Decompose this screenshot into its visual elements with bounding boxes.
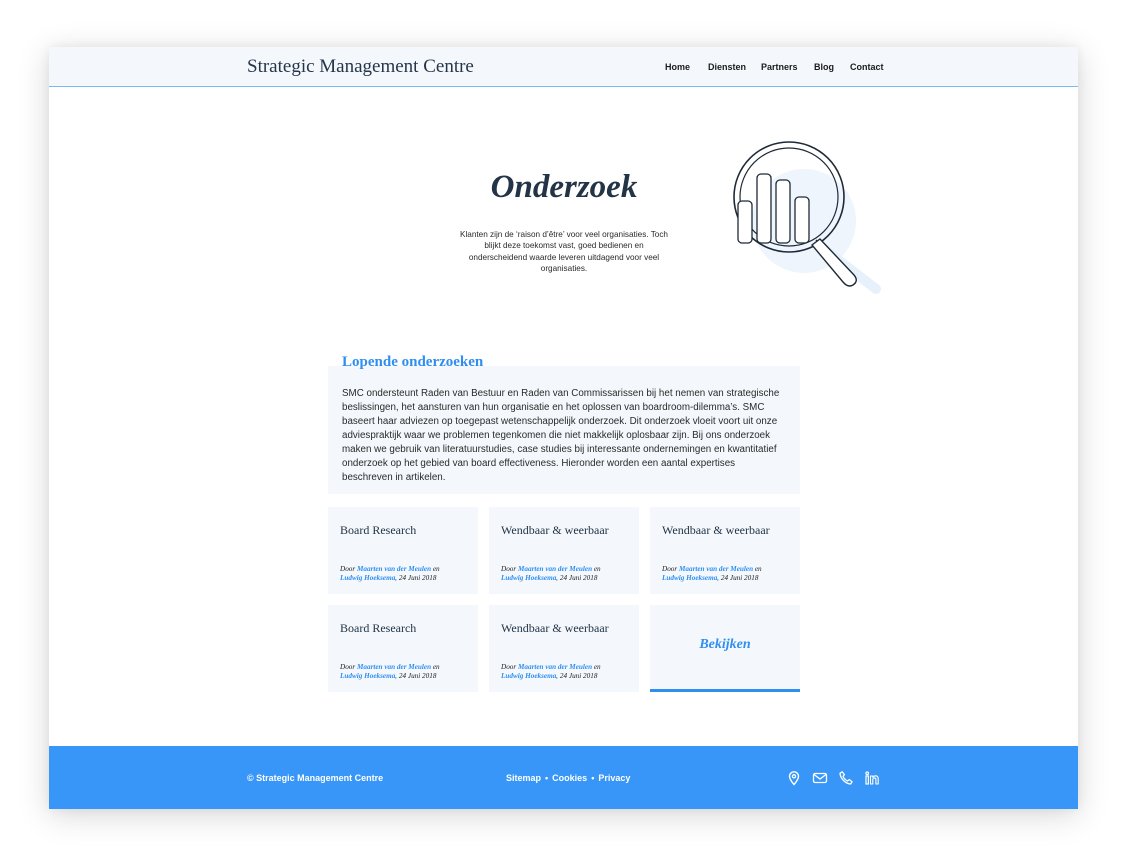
linkedin-icon[interactable]	[864, 770, 880, 786]
author-link[interactable]: Ludwig Hoeksema,	[662, 574, 719, 582]
footer-link-sitemap[interactable]: Sitemap	[506, 773, 541, 783]
meta-and: en	[432, 565, 440, 573]
nav-home[interactable]: Home	[665, 62, 690, 72]
article-card[interactable]: Wendbaar & weerbaar Door Maarten van der…	[489, 507, 639, 594]
author-link[interactable]: Ludwig Hoeksema,	[501, 574, 558, 582]
view-all-label: Bekijken	[699, 637, 751, 652]
main-nav: Home Diensten Partners Blog Contact	[49, 62, 1078, 76]
nav-blog[interactable]: Blog	[814, 62, 834, 72]
article-date: 24 Juni 2018	[720, 574, 759, 582]
article-date: 24 Juni 2018	[398, 574, 437, 582]
author-link[interactable]: Maarten van der Meulen	[518, 565, 592, 573]
phone-icon[interactable]	[838, 770, 854, 786]
footer-link-cookies[interactable]: Cookies	[552, 773, 587, 783]
article-date: 24 Juni 2018	[398, 672, 437, 680]
author-link[interactable]: Maarten van der Meulen	[357, 565, 431, 573]
view-all-card[interactable]: Bekijken	[650, 605, 800, 692]
footer-separator: •	[545, 773, 549, 783]
meta-by: Door	[340, 565, 356, 573]
meta-by: Door	[662, 565, 678, 573]
research-magnifier-icon	[733, 141, 881, 294]
meta-and: en	[593, 565, 601, 573]
nav-contact[interactable]: Contact	[850, 62, 884, 72]
article-meta: Door Maarten van der Meulen en Ludwig Ho…	[340, 663, 472, 681]
article-meta: Door Maarten van der Meulen en Ludwig Ho…	[662, 565, 794, 583]
mail-icon[interactable]	[812, 770, 828, 786]
intro-text: SMC ondersteunt Raden van Bestuur en Rad…	[342, 388, 780, 483]
article-card[interactable]: Board Research Door Maarten van der Meul…	[328, 605, 478, 692]
hero-description: Klanten zijn de ‘raison d’être’ voor vee…	[460, 230, 668, 274]
article-card[interactable]: Wendbaar & weerbaar Door Maarten van der…	[650, 507, 800, 594]
article-date: 24 Juni 2018	[559, 574, 598, 582]
page-title: Onderzoek	[490, 169, 638, 205]
article-meta: Door Maarten van der Meulen en Ludwig Ho…	[501, 663, 633, 681]
article-title: Board Research	[340, 523, 417, 537]
meta-by: Door	[501, 565, 517, 573]
author-link[interactable]: Maarten van der Meulen	[357, 663, 431, 671]
article-title: Wendbaar & weerbaar	[501, 523, 609, 537]
article-card[interactable]: Board Research Door Maarten van der Meul…	[328, 507, 478, 594]
article-title: Wendbaar & weerbaar	[501, 621, 609, 635]
page-frame: Strategic Management Centre Home Dienste…	[49, 47, 1078, 809]
article-title: Wendbaar & weerbaar	[662, 523, 770, 537]
footer-link-privacy[interactable]: Privacy	[598, 773, 630, 783]
nav-diensten[interactable]: Diensten	[708, 62, 746, 72]
intro-heading: Lopende onderzoeken	[342, 354, 484, 370]
footer-links: Sitemap • Cookies • Privacy	[506, 773, 630, 783]
article-card[interactable]: Wendbaar & weerbaar Door Maarten van der…	[489, 605, 639, 692]
location-icon[interactable]	[786, 770, 802, 786]
article-date: 24 Juni 2018	[559, 672, 598, 680]
author-link[interactable]: Ludwig Hoeksema,	[340, 574, 397, 582]
article-meta: Door Maarten van der Meulen en Ludwig Ho…	[501, 565, 633, 583]
author-link[interactable]: Maarten van der Meulen	[679, 565, 753, 573]
article-meta: Door Maarten van der Meulen en Ludwig Ho…	[340, 565, 472, 583]
author-link[interactable]: Ludwig Hoeksema,	[340, 672, 397, 680]
site-footer: © Strategic Management Centre Sitemap • Co…	[49, 746, 1078, 809]
article-title: Board Research	[340, 621, 417, 635]
author-link[interactable]: Ludwig Hoeksema,	[501, 672, 558, 680]
site-header: Strategic Management Centre Home Dienste…	[49, 47, 1078, 87]
meta-by: Door	[501, 663, 517, 671]
author-link[interactable]: Maarten van der Meulen	[518, 663, 592, 671]
nav-partners[interactable]: Partners	[761, 62, 798, 72]
meta-and: en	[754, 565, 762, 573]
meta-by: Door	[340, 663, 356, 671]
meta-and: en	[593, 663, 601, 671]
footer-copyright: © Strategic Management Centre	[247, 773, 384, 783]
meta-and: en	[432, 663, 440, 671]
footer-separator: •	[591, 773, 595, 783]
